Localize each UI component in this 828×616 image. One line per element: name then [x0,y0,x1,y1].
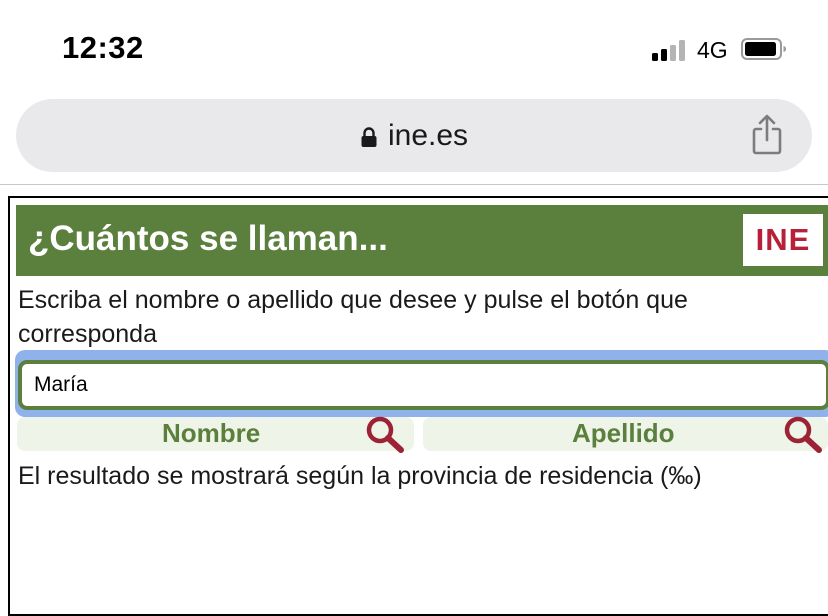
apellido-button-label: Apellido [572,418,675,448]
search-icon [366,416,404,453]
lock-icon [361,126,377,147]
instructions-text: Escriba el nombre o apellido que desee y… [18,286,688,348]
result-note: El resultado se mostrará según la provin… [18,462,702,490]
widget-header: ¿Cuántos se llaman... INE [16,205,828,276]
page-title: ¿Cuántos se llaman... [28,219,388,258]
battery-icon [741,38,786,60]
search-by-nombre-button[interactable]: Nombre [17,416,414,453]
network-type: 4G [697,37,728,63]
share-icon[interactable] [750,113,784,157]
status-time: 12:32 [62,30,144,65]
search-by-apellido-button[interactable]: Apellido [423,416,828,453]
status-bar: 12:32 4G [0,0,828,96]
name-search-input[interactable] [18,360,828,410]
ine-logo[interactable]: INE [743,214,823,266]
search-icon [784,416,822,453]
url-text: ine.es [387,118,469,152]
browser-divider [0,184,828,185]
ine-logo-text: INE [755,222,811,257]
cellular-signal-icon [652,39,690,61]
address-bar[interactable]: ine.es [16,99,812,172]
nombre-button-label: Nombre [162,418,261,448]
